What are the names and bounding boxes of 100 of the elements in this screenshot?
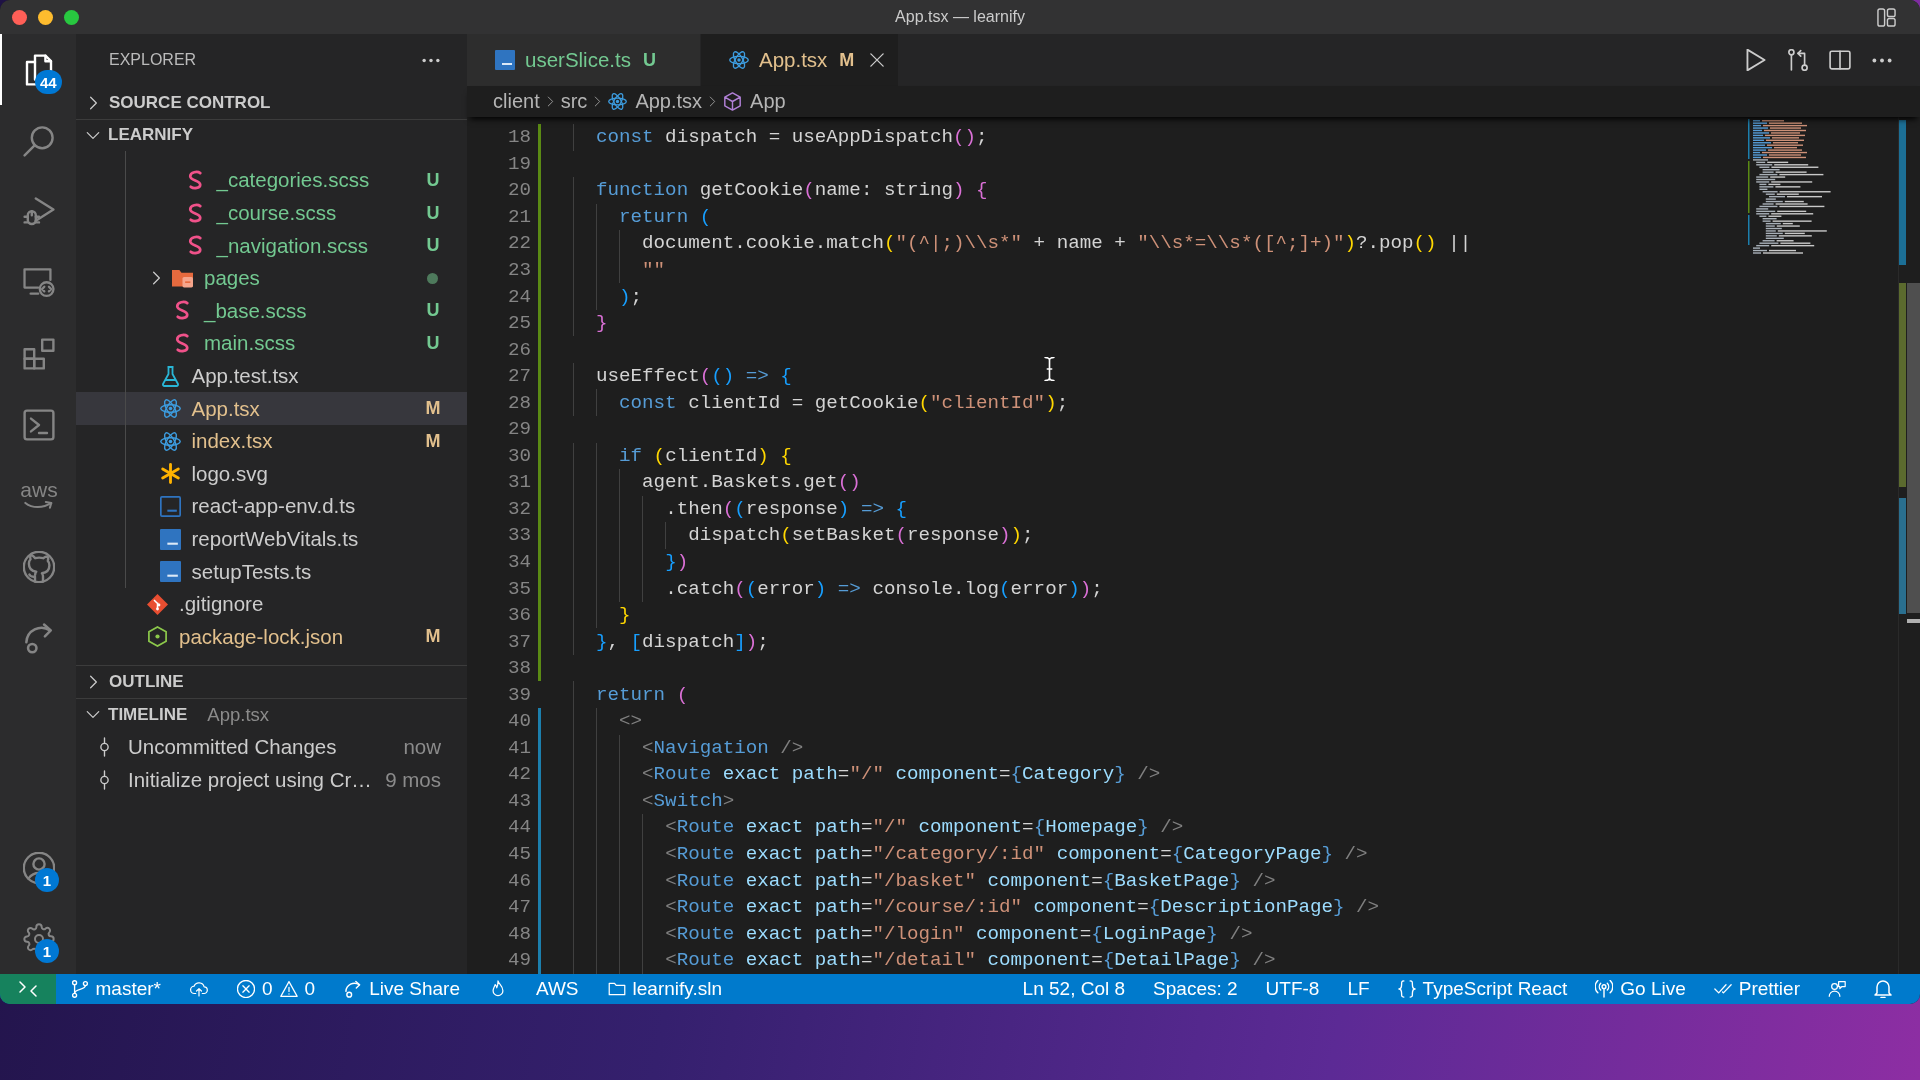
code-line: <Route exact path="/" component={Category} />	[573, 761, 1161, 788]
ts-file-icon	[159, 528, 181, 550]
line-number: 27	[506, 365, 531, 388]
git-status-letter: M	[425, 398, 441, 420]
file-tree-item[interactable]: .gitignore	[76, 587, 467, 621]
git-status-letter: U	[425, 202, 441, 224]
line-number: 22	[506, 232, 531, 255]
timeline-entry[interactable]: Initialize project using Cr… 9 mos	[76, 763, 467, 797]
file-tree-item[interactable]: package-lock.json M	[76, 620, 467, 654]
line-number: 43	[506, 789, 531, 812]
error-count: 0	[261, 978, 273, 1000]
warning-icon	[279, 980, 298, 998]
remote-button[interactable]	[0, 974, 56, 1004]
activity-bar-item[interactable]: 1	[0, 903, 76, 974]
activity-bar-item[interactable]: aws	[0, 460, 76, 531]
code-line: return (	[573, 203, 712, 231]
code-line: <Route exact path="/course/:id" component={DescriptionPage} />	[573, 893, 1380, 921]
ts-file-icon	[159, 561, 181, 583]
line-number: 26	[506, 338, 531, 361]
line-number: 44	[506, 816, 531, 839]
remote-indicator-icon	[19, 980, 37, 998]
section-header[interactable]: OUTLINE	[76, 665, 467, 698]
extensions-icon	[23, 337, 55, 370]
code-line: useEffect(() => {	[573, 362, 792, 390]
ts-declaration-icon	[159, 495, 181, 517]
line-number: 36	[506, 604, 531, 627]
vertical-scrollbar[interactable]	[1898, 117, 1920, 974]
line-ending-button[interactable]: LF	[1333, 974, 1384, 1004]
line-number: 46	[506, 869, 531, 892]
close-window-button[interactable]	[12, 9, 27, 25]
atom-icon	[159, 430, 181, 452]
section-header[interactable]: SOURCE CONTROL	[76, 86, 467, 119]
atom-icon	[608, 92, 628, 111]
editor-tab[interactable]: App.tsx M	[700, 34, 900, 86]
git-status-letter: M	[425, 430, 441, 452]
code-line: .then((response) => {	[573, 495, 907, 523]
breadcrumb-item[interactable]: src	[560, 90, 588, 113]
zoom-window-button[interactable]	[64, 9, 79, 25]
problems-button[interactable]: 0 0	[222, 974, 330, 1004]
activity-bar-item[interactable]: 1	[0, 832, 76, 903]
line-number: 38	[506, 657, 531, 680]
line-number: 29	[506, 418, 531, 441]
line-number: 24	[506, 285, 531, 308]
timeline-file-name: App.tsx	[207, 703, 270, 726]
timeline-entry[interactable]: Uncommitted Changes now	[76, 730, 467, 764]
atom-icon	[159, 398, 181, 420]
run-debug-icon	[23, 195, 55, 228]
share-arrow-icon	[23, 621, 55, 654]
remote-monitor-icon	[23, 266, 55, 299]
split-editor-icon	[1829, 49, 1851, 71]
language-mode-button[interactable]: TypeScript React	[1383, 974, 1582, 1004]
scrollbar-thumb[interactable]	[1907, 283, 1920, 613]
smile-arrow-icon	[24, 500, 54, 510]
cat-logo-icon	[23, 550, 55, 583]
text-cursor-icon	[1044, 357, 1055, 381]
code-line: dispatch(setBasket(response));	[573, 522, 1034, 549]
cube-icon	[723, 92, 743, 111]
asterisk-icon	[159, 463, 181, 485]
indentation-button[interactable]: Spaces: 2	[1139, 974, 1252, 1004]
branch-button[interactable]: master*	[56, 974, 176, 1004]
code-line: if (clientId) {	[573, 442, 792, 470]
chevron-right-icon	[594, 95, 602, 108]
cloud-upload-icon	[189, 980, 208, 998]
code-line: <Route exact path="/login" component={LoginPage} />	[573, 920, 1253, 947]
code-line: agent.Baskets.get()	[573, 469, 861, 496]
flask-icon	[159, 365, 181, 387]
braces-icon	[1397, 980, 1416, 998]
hexagon-icon	[147, 626, 168, 648]
line-number: 33	[506, 524, 531, 547]
prettier-button[interactable]: Prettier	[1699, 974, 1814, 1004]
file-tree-item[interactable]: App.tsx M	[76, 392, 467, 425]
section-header[interactable]: TIMELINE App.tsx	[76, 697, 467, 731]
live-share-button[interactable]: Live Share	[329, 974, 475, 1004]
editor-tab[interactable]: userSlice.ts U	[467, 34, 701, 86]
encoding-button[interactable]: UTF-8	[1251, 974, 1334, 1004]
account-icon	[23, 851, 55, 884]
line-number: 23	[506, 259, 531, 281]
git-status-letter: U	[425, 170, 441, 191]
line-number: 35	[506, 577, 531, 600]
aws-button[interactable]: AWS	[521, 974, 594, 1004]
solution-button[interactable]: learnify.sln	[593, 974, 737, 1004]
line-number: 40	[506, 710, 531, 733]
line-number: 32	[506, 497, 531, 520]
git-status-letter: U	[642, 49, 656, 71]
branch-icon	[70, 980, 89, 998]
commit-icon	[99, 769, 110, 790]
breadcrumb-item[interactable]: App	[723, 90, 786, 113]
go-live-button[interactable]: Go Live	[1581, 974, 1700, 1004]
breadcrumb-item[interactable]: App.tsx	[608, 90, 703, 113]
line-number: 18	[506, 126, 531, 149]
minimize-window-button[interactable]	[38, 9, 53, 25]
window-title: App.tsx — learnify	[895, 8, 1025, 26]
run-icon	[1745, 49, 1767, 71]
terminal-icon	[23, 408, 55, 441]
line-number: 28	[506, 391, 531, 414]
folder-icon	[607, 980, 626, 998]
code-line: <>	[573, 708, 643, 735]
breadcrumb-item[interactable]: client	[493, 90, 540, 113]
cursor-position-button[interactable]: Ln 52, Col 8	[1008, 974, 1140, 1004]
compare-changes-icon	[1787, 49, 1809, 71]
